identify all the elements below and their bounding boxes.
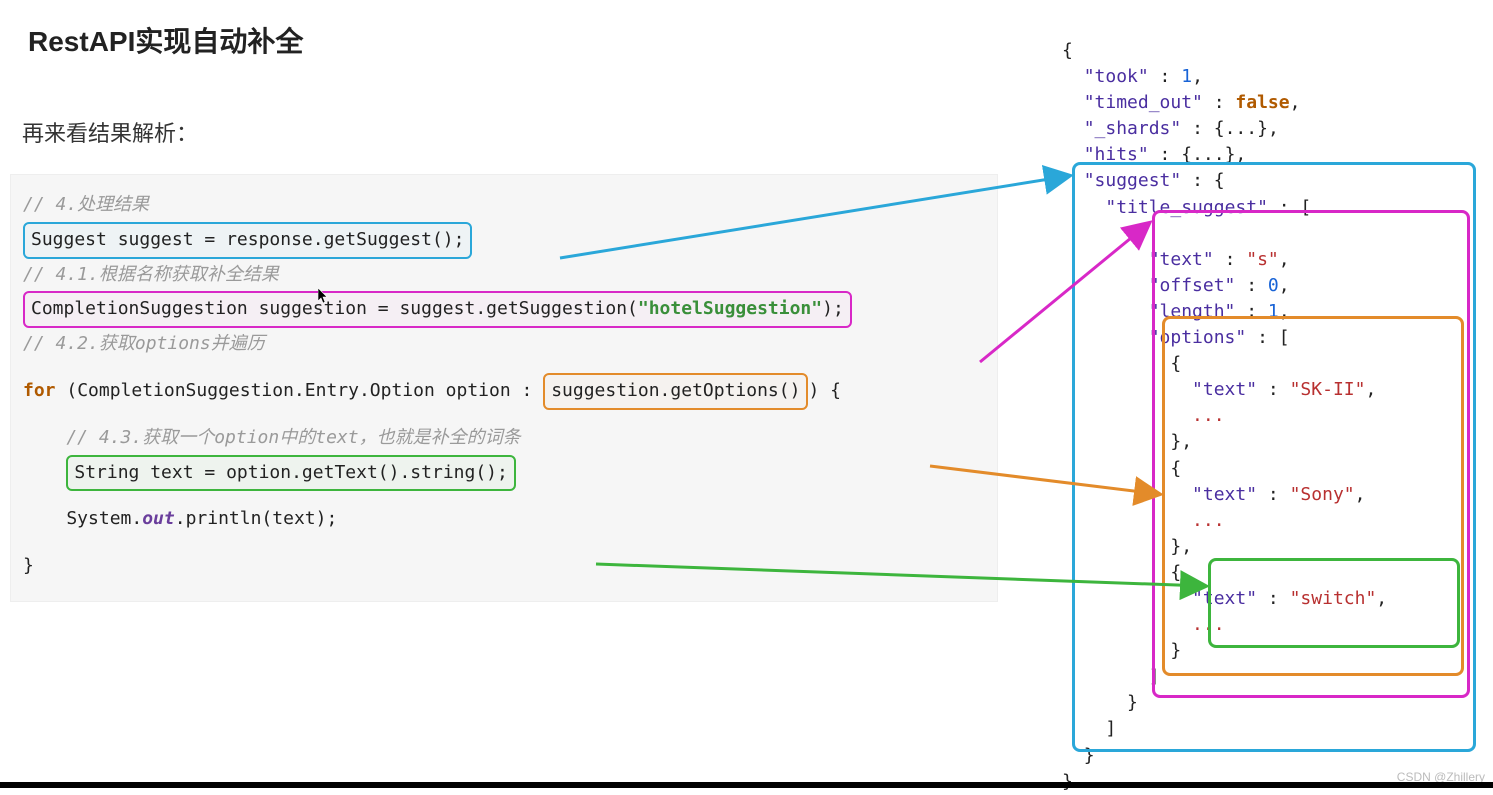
json-line: "title_suggest" : [: [1062, 195, 1478, 221]
code-line: System.out.println(text);: [23, 505, 985, 534]
json-line: ...: [1062, 508, 1478, 534]
json-line: ]: [1062, 716, 1478, 742]
json-line: "_shards" : {...},: [1062, 116, 1478, 142]
json-line: {: [1062, 351, 1478, 377]
json-line: ...: [1062, 612, 1478, 638]
java-code-block: // 4.处理结果 Suggest suggest = response.get…: [10, 174, 998, 602]
json-response-block: { "took" : 1, "timed_out" : false, "_sha…: [1062, 38, 1478, 795]
highlight-get-suggest: Suggest suggest = response.getSuggest();: [23, 222, 472, 259]
json-line: ...: [1062, 403, 1478, 429]
json-line: "hits" : {...},: [1062, 142, 1478, 168]
json-line: "timed_out" : false,: [1062, 90, 1478, 116]
code-text: (CompletionSuggestion.Entry.Option optio…: [56, 380, 544, 401]
json-line: {: [1062, 38, 1478, 64]
code-text: CompletionSuggestion suggestion = sugges…: [31, 298, 638, 319]
json-line: },: [1062, 429, 1478, 455]
code-line: }: [23, 552, 985, 581]
json-line: "took" : 1,: [1062, 64, 1478, 90]
code-text: System.: [23, 508, 142, 529]
code-string: "hotelSuggestion": [638, 298, 822, 319]
code-line: for (CompletionSuggestion.Entry.Option o…: [23, 373, 985, 410]
page-title: RestAPI实现自动补全: [28, 20, 303, 60]
highlight-get-text: String text = option.getText().string();: [66, 455, 515, 492]
json-line: "text" : "Sony",: [1062, 482, 1478, 508]
code-out: out: [142, 508, 175, 529]
json-line: "suggest" : {: [1062, 168, 1478, 194]
code-comment: // 4.处理结果: [23, 191, 985, 220]
json-line: }: [1062, 690, 1478, 716]
code-line: Suggest suggest = response.getSuggest();: [23, 222, 985, 259]
code-text: .println(text);: [175, 508, 338, 529]
json-line: "text" : "SK-II",: [1062, 377, 1478, 403]
json-line: "options" : [: [1062, 325, 1478, 351]
json-line: "text" : "switch",: [1062, 586, 1478, 612]
code-comment: // 4.3.获取一个option中的text，也就是补全的词条: [23, 424, 985, 453]
json-line: }: [1062, 743, 1478, 769]
json-line: {: [1062, 560, 1478, 586]
subtitle: 再来看结果解析：: [22, 116, 198, 148]
code-keyword: for: [23, 380, 56, 401]
code-text: );: [822, 298, 844, 319]
json-line: {: [1062, 456, 1478, 482]
highlight-get-options: suggestion.getOptions(): [543, 373, 808, 410]
code-line: String text = option.getText().string();: [23, 455, 985, 492]
code-line: CompletionSuggestion suggestion = sugges…: [23, 291, 985, 328]
json-line: }: [1062, 638, 1478, 664]
code-text: ) {: [808, 380, 841, 401]
json-line: "text" : "s",: [1062, 247, 1478, 273]
json-line: {: [1062, 221, 1478, 247]
highlight-get-suggestion: CompletionSuggestion suggestion = sugges…: [23, 291, 852, 328]
code-comment: // 4.2.获取options并遍历: [23, 330, 985, 359]
bottom-bar: [0, 782, 1493, 788]
json-line: },: [1062, 534, 1478, 560]
json-line: "offset" : 0,: [1062, 273, 1478, 299]
json-line: ]: [1062, 664, 1478, 690]
code-comment: // 4.1.根据名称获取补全结果: [23, 261, 985, 290]
json-line: "length" : 1,: [1062, 299, 1478, 325]
